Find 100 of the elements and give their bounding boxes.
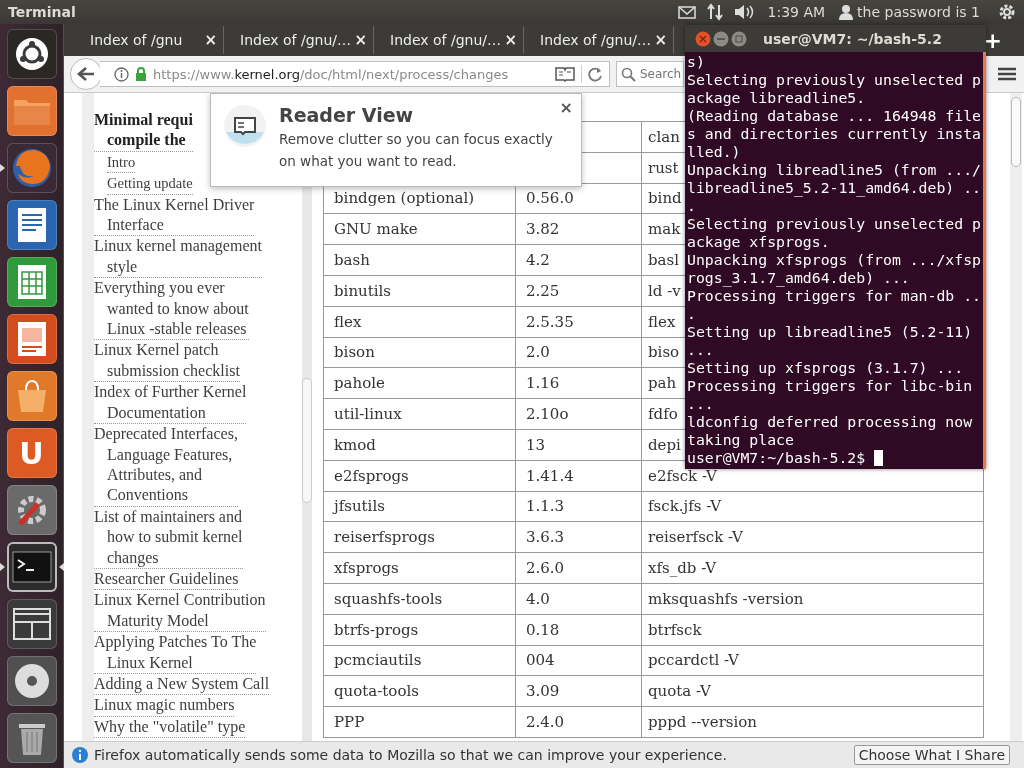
- terminal-line: Unpacking libreadline5 (from .../: [687, 161, 982, 179]
- table-cell: pccardctl -V: [648, 651, 739, 670]
- terminal-line: ackage libreadline5.: [687, 89, 867, 107]
- sidebar-link[interactable]: Index of Further Kernel Documentation: [94, 382, 247, 425]
- terminal-line: Processing triggers for man-db ..: [687, 287, 982, 305]
- terminal-line: ackage xfsprogs.: [687, 233, 831, 251]
- popup-title: Reader View: [279, 104, 414, 126]
- tab-close-button[interactable]: ×: [354, 31, 367, 49]
- table-cell: util-linux: [334, 405, 402, 424]
- workspace-switcher-icon[interactable]: [6, 599, 57, 649]
- settings-icon[interactable]: [6, 485, 57, 535]
- reload-icon[interactable]: [588, 66, 603, 82]
- search-field[interactable]: Search: [616, 61, 684, 87]
- terminal-line: Selecting previously unselected p: [687, 71, 982, 89]
- sidebar-link[interactable]: List of maintainers and how to submit kernel changes: [94, 506, 243, 569]
- new-tab-button[interactable]: +: [983, 27, 1002, 53]
- back-button[interactable]: [70, 58, 102, 90]
- table-cell: 2.10o: [526, 405, 569, 424]
- close-button[interactable]: ×: [559, 98, 573, 117]
- browser-icon[interactable]: [6, 143, 57, 193]
- table-cell: 1.16: [526, 374, 560, 393]
- table-cell: basl: [648, 251, 680, 270]
- ubuntu-logo-icon[interactable]: [6, 29, 57, 79]
- terminal-line: Setting up libreadline5 (5.2-11): [687, 323, 974, 341]
- tab-close-button[interactable]: ×: [654, 31, 667, 49]
- sidebar-link[interactable]: Everything you ever wanted to know about Linux -stable releases: [94, 278, 249, 341]
- table-cell: 2.0: [526, 343, 550, 362]
- terminal-line: Unpacking xfsprogs (from .../xfsp: [687, 251, 982, 269]
- table-cell: GNU make: [334, 220, 418, 239]
- mail-icon[interactable]: [677, 5, 696, 19]
- power-settings-icon[interactable]: [998, 3, 1016, 21]
- table-cell: fdfo: [648, 405, 678, 424]
- launcher-button[interactable]: U: [6, 428, 57, 478]
- sidebar-sublink[interactable]: Intro: [107, 151, 136, 174]
- app-title: Terminal: [8, 4, 76, 20]
- table-cell: 1.1.3: [526, 497, 565, 516]
- table-cell: e2fsprogs: [334, 466, 409, 485]
- shopping-bag-icon[interactable]: [6, 371, 57, 421]
- table-cell: 3.09: [526, 682, 560, 701]
- notification-text: Firefox automatically sends some data to Mozilla so that we can improve your experience.: [94, 747, 727, 763]
- text-cursor: [874, 450, 884, 466]
- table-cell: 2.6.0: [526, 559, 565, 578]
- trash-icon[interactable]: [6, 713, 57, 763]
- popup-text: Remove clutter so you can focus exactly on what you want to read.: [279, 130, 554, 171]
- menu-icon[interactable]: [998, 67, 1016, 81]
- clock[interactable]: 1:39 AM: [767, 4, 826, 20]
- terminal-icon[interactable]: [6, 542, 57, 592]
- document-icon[interactable]: [6, 200, 57, 250]
- sidebar-sublink[interactable]: Getting update: [107, 173, 193, 195]
- table-cell: pcmciautils: [334, 651, 422, 670]
- table-cell: 3.82: [526, 220, 560, 239]
- lock-icon[interactable]: [135, 67, 147, 81]
- close-icon[interactable]: [695, 30, 711, 47]
- sidebar-link[interactable]: Linux magic numbers: [94, 695, 235, 717]
- scrollbar[interactable]: [1010, 93, 1022, 741]
- sidebar-link[interactable]: Researcher Guidelines: [94, 568, 239, 591]
- minimize-icon[interactable]: [713, 30, 729, 47]
- terminal-line: lled.): [687, 143, 742, 161]
- terminal-line: Setting up xfsprogs (3.1.7) ...: [687, 359, 965, 377]
- terminal-line: .: [687, 305, 697, 323]
- tab-close-button[interactable]: ×: [504, 31, 517, 49]
- table-cell: fsck.jfs -V: [648, 497, 721, 516]
- terminal-line: taking place: [687, 431, 795, 449]
- sidebar-link[interactable]: Deprecated Interfaces, Language Features, Attributes, and Conventions: [94, 424, 238, 507]
- terminal-line: rogs_3.1.7_amd64.deb) ...: [687, 269, 911, 287]
- table-cell: 13: [526, 435, 546, 454]
- presentation-icon[interactable]: [6, 314, 57, 364]
- table-cell: 3.6.3: [526, 528, 565, 547]
- info-icon[interactable]: [114, 66, 129, 82]
- user-name[interactable]: the password is 1: [857, 4, 980, 20]
- tab-close-button[interactable]: ×: [204, 31, 217, 49]
- table-cell: 4.2: [526, 251, 550, 270]
- sidebar-link[interactable]: The Linux Kernel Driver Interface: [94, 194, 255, 237]
- terminal-line: ...: [687, 341, 715, 359]
- table-cell: binutils: [334, 281, 392, 300]
- choose-what-i-share-button[interactable]: Choose What I Share: [853, 745, 1010, 765]
- table-cell: quota -V: [648, 682, 711, 701]
- network-icon[interactable]: [705, 3, 724, 21]
- table-cell: biso: [648, 343, 680, 362]
- volume-icon[interactable]: [733, 4, 754, 20]
- sidebar-link[interactable]: Linux kernel management style: [94, 236, 262, 279]
- folder-icon[interactable]: [6, 86, 57, 136]
- sidebar-link[interactable]: Minimal requi compile the: [94, 110, 193, 152]
- table-cell: squashfs-tools: [334, 589, 443, 608]
- sidebar-link[interactable]: Linux Kernel Contribution Maturity Model: [94, 590, 266, 633]
- sidebar-link[interactable]: Applying Patches To The Linux Kernel: [94, 632, 257, 674]
- sidebar-link[interactable]: Why the "volatile" type: [94, 716, 246, 739]
- table-cell: pah: [648, 374, 677, 393]
- maximize-icon[interactable]: [731, 30, 747, 47]
- sidebar-link[interactable]: Linux Kernel patch submission checklist: [94, 340, 240, 383]
- reader-view-icon[interactable]: [555, 66, 575, 82]
- back-arrow-icon: [77, 66, 95, 82]
- table-cell: 2.25: [526, 281, 560, 300]
- tab-title: Index of /gnu/…: [540, 32, 651, 48]
- spreadsheet-icon[interactable]: [6, 257, 57, 307]
- table-cell: quota-tools: [334, 682, 419, 701]
- table-cell: kmod: [334, 435, 376, 454]
- user-icon[interactable]: [839, 4, 854, 20]
- table-cell: clan: [648, 127, 680, 146]
- sidebar-link[interactable]: Adding a New System Call: [94, 673, 270, 696]
